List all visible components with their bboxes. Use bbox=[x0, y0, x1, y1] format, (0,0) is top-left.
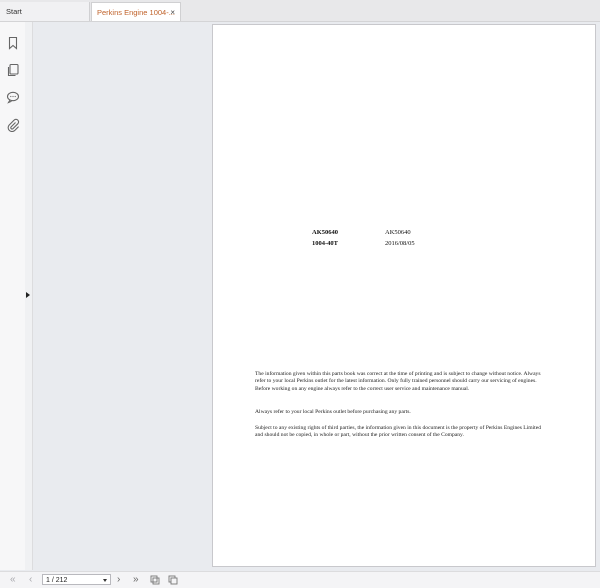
meta-row-2: 1004-40T 2016/08/05 bbox=[312, 240, 415, 247]
tab-start-label: Start bbox=[6, 7, 22, 16]
paragraph-purchasing: Always refer to your local Perkins outle… bbox=[255, 409, 411, 415]
meta-value: 2016/08/05 bbox=[385, 240, 415, 247]
sidebar-rail bbox=[0, 22, 26, 570]
first-page-button[interactable]: « bbox=[10, 573, 16, 587]
attachment-icon[interactable] bbox=[6, 118, 20, 132]
page-number-select[interactable]: 1 / 212 bbox=[42, 574, 111, 585]
previous-page-button[interactable]: ‹ bbox=[29, 573, 32, 587]
document-page: AK50640 AK50640 1004-40T 2016/08/05 The in… bbox=[212, 24, 596, 567]
page-navigation-bar: « ‹ 1 / 212 › » bbox=[0, 571, 600, 588]
bookmark-icon[interactable] bbox=[6, 36, 20, 50]
two-page-view-icon[interactable] bbox=[168, 575, 178, 585]
chevron-down-icon bbox=[103, 579, 107, 582]
single-page-view-icon[interactable] bbox=[150, 575, 160, 585]
last-page-button[interactable]: » bbox=[133, 573, 139, 587]
tab-document[interactable]: Perkins Engine 1004-... × bbox=[91, 2, 181, 21]
tab-document-label: Perkins Engine 1004-... bbox=[97, 8, 175, 17]
next-page-button[interactable]: › bbox=[117, 573, 120, 587]
meta-row-1: AK50640 AK50640 bbox=[312, 229, 411, 236]
meta-key: 1004-40T bbox=[312, 240, 338, 247]
page-indicator: 1 / 212 bbox=[46, 577, 68, 584]
sidebar-expander[interactable] bbox=[25, 22, 33, 570]
paragraph-copyright: Subject to any existing rights of third … bbox=[255, 425, 542, 439]
meta-key: AK50640 bbox=[312, 229, 338, 236]
expand-arrow-icon[interactable] bbox=[26, 292, 30, 298]
tab-bar: Start Perkins Engine 1004-... × bbox=[0, 0, 600, 22]
meta-value: AK50640 bbox=[385, 229, 411, 236]
tab-start[interactable]: Start bbox=[0, 2, 90, 21]
comments-icon[interactable] bbox=[6, 90, 20, 104]
pages-icon[interactable] bbox=[6, 63, 20, 77]
close-icon[interactable]: × bbox=[170, 3, 175, 22]
paragraph-disclaimer: The information given within this parts … bbox=[255, 371, 541, 392]
